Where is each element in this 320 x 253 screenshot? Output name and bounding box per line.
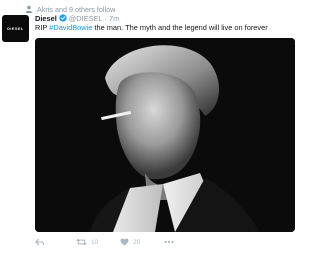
user-handle[interactable]: @DIESEL bbox=[69, 14, 103, 23]
tweet-header: Diesel @DIESEL · 7m bbox=[35, 13, 119, 23]
hashtag-link[interactable]: #DavidBowie bbox=[49, 23, 92, 32]
tweet-actions: 10 20 bbox=[35, 236, 174, 248]
tweet-text-prefix: RIP bbox=[35, 23, 50, 32]
tweet-text-suffix: the man. The myth and the legend will li… bbox=[92, 23, 268, 32]
verified-icon bbox=[59, 14, 67, 22]
tweet-text: RIP #DavidBowie the man. The myth and th… bbox=[35, 23, 297, 33]
retweet-button[interactable]: 10 bbox=[76, 238, 98, 246]
heart-icon bbox=[120, 238, 129, 246]
separator-dot: · bbox=[104, 13, 108, 23]
avatar-logo-text: DIESEL bbox=[7, 26, 24, 31]
more-icon bbox=[164, 240, 174, 244]
like-button[interactable]: 20 bbox=[120, 238, 140, 246]
like-count: 20 bbox=[133, 238, 141, 246]
retweet-count: 10 bbox=[91, 238, 99, 246]
timestamp[interactable]: 7m bbox=[109, 14, 119, 23]
display-name[interactable]: Diesel bbox=[35, 14, 57, 23]
reply-button[interactable] bbox=[35, 238, 44, 246]
avatar[interactable]: DIESEL bbox=[2, 15, 29, 42]
person-icon bbox=[25, 5, 33, 13]
reply-icon bbox=[35, 238, 44, 246]
more-options-button[interactable] bbox=[164, 240, 174, 244]
retweet-icon bbox=[76, 238, 87, 246]
tweet-photo[interactable] bbox=[35, 38, 295, 232]
portrait-image bbox=[35, 38, 295, 232]
